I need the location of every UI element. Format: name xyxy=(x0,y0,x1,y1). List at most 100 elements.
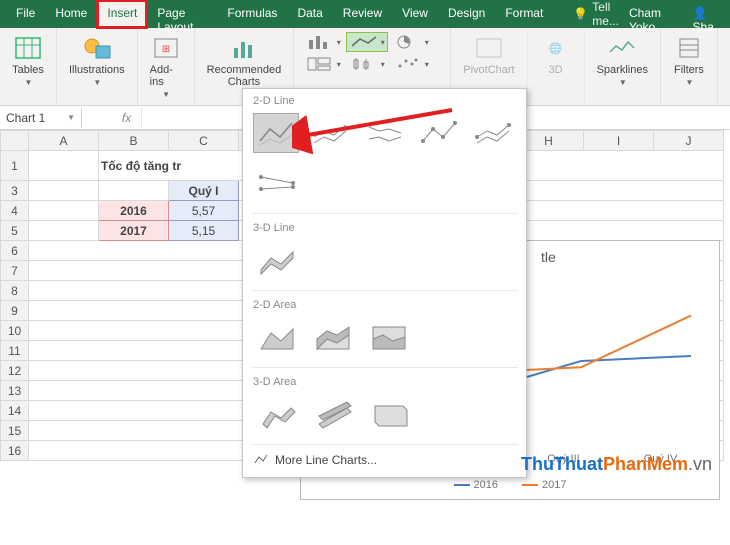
user-account[interactable]: Cham Yoko xyxy=(619,0,685,28)
tables-button[interactable]: Tables ▼ xyxy=(8,32,48,89)
filters-label: Filters xyxy=(674,64,704,76)
more-line-charts[interactable]: More Line Charts... xyxy=(243,447,526,473)
chevron-down-icon: ▾ xyxy=(337,38,341,47)
hyperlink-button[interactable]: Hyperlink xyxy=(726,32,730,78)
legend-label: 2016 xyxy=(474,479,498,491)
row-header[interactable]: 4 xyxy=(1,201,29,221)
chart-statistic-button[interactable]: ▾ xyxy=(346,54,388,74)
fx-icon[interactable]: fx xyxy=(112,108,142,128)
cell-B4[interactable]: 2016 xyxy=(99,201,169,221)
row-header[interactable]: 3 xyxy=(1,181,29,201)
recommended-charts-button[interactable]: Recommended Charts xyxy=(203,32,286,90)
row-header[interactable]: 12 xyxy=(1,361,29,381)
tab-review[interactable]: Review xyxy=(333,0,392,28)
addins-button[interactable]: ⊞ Add-ins▼ xyxy=(146,32,186,101)
chart-type-stacked-area[interactable] xyxy=(309,317,357,357)
illustrations-button[interactable]: Illustrations ▼ xyxy=(65,32,129,89)
col-header[interactable]: I xyxy=(584,131,654,151)
chart-type-3d-100-stacked-area[interactable] xyxy=(365,394,413,434)
cell-B5[interactable]: 2017 xyxy=(99,221,169,241)
row-header[interactable]: 15 xyxy=(1,421,29,441)
chevron-down-icon: ▼ xyxy=(93,78,101,87)
globe-icon: 🌐 xyxy=(540,34,572,62)
pivotchart-button[interactable]: PivotChart xyxy=(459,32,518,78)
chevron-down-icon: ▾ xyxy=(381,38,385,47)
sheet-title-cell[interactable]: Tốc độ tăng tr xyxy=(99,151,259,181)
legend-swatch-2017 xyxy=(522,484,538,486)
chevron-down-icon: ▼ xyxy=(685,78,693,87)
line-chart-icon xyxy=(253,453,269,467)
sparklines-button[interactable]: Sparklines▼ xyxy=(593,32,652,89)
tab-view[interactable]: View xyxy=(392,0,438,28)
share-button[interactable]: 👤 Sha xyxy=(685,0,730,28)
row-header[interactable]: 10 xyxy=(1,321,29,341)
row-header[interactable]: 13 xyxy=(1,381,29,401)
pivotchart-icon xyxy=(473,34,505,62)
legend-label: 2017 xyxy=(542,479,566,491)
tab-home[interactable]: Home xyxy=(45,0,97,28)
share-icon: 👤 xyxy=(693,6,708,20)
chart-hierarchy-button[interactable]: ▾ xyxy=(302,54,344,74)
chart-legend[interactable]: 2016 2017 xyxy=(301,479,719,491)
pivotchart-label: PivotChart xyxy=(463,64,514,76)
gallery-section-2d-line: 2-D Line xyxy=(243,89,526,111)
tab-file[interactable]: File xyxy=(6,0,45,28)
chart-scatter-button[interactable]: ▾ xyxy=(390,54,432,74)
tab-data[interactable]: Data xyxy=(287,0,332,28)
filters-button[interactable]: Filters ▼ xyxy=(669,32,709,89)
3d-label: 3D xyxy=(549,64,563,76)
col-header[interactable]: C xyxy=(169,131,239,151)
svg-text:⊞: ⊞ xyxy=(161,44,169,55)
tab-format[interactable]: Format xyxy=(495,0,553,28)
chart-type-area[interactable] xyxy=(253,317,301,357)
row-header[interactable]: 8 xyxy=(1,281,29,301)
cell-C5[interactable]: 5,15 xyxy=(169,221,239,241)
chart-type-stacked-line-markers[interactable] xyxy=(470,113,516,153)
more-line-charts-label: More Line Charts... xyxy=(275,453,377,467)
row-header[interactable]: 6 xyxy=(1,241,29,261)
tell-me-search[interactable]: 💡 Tell me... xyxy=(553,0,619,28)
cell-C4[interactable]: 5,57 xyxy=(169,201,239,221)
chart-type-100-stacked-area[interactable] xyxy=(365,317,413,357)
chevron-down-icon: ▼ xyxy=(25,78,33,87)
chart-type-3d-area[interactable] xyxy=(253,394,301,434)
chart-line-button[interactable]: ▾ xyxy=(346,32,388,52)
row-header[interactable]: 1 xyxy=(1,151,29,181)
name-box[interactable]: Chart 1 ▼ xyxy=(0,108,82,128)
row-header[interactable]: 9 xyxy=(1,301,29,321)
chart-column-button[interactable]: ▾ xyxy=(302,32,344,52)
recommended-charts-label: Recommended Charts xyxy=(207,64,282,88)
select-all-corner[interactable] xyxy=(1,131,29,151)
chart-type-line[interactable] xyxy=(253,113,299,153)
chart-title[interactable]: tle xyxy=(541,249,556,265)
illustrations-label: Illustrations xyxy=(69,64,125,76)
chart-type-stacked-line[interactable] xyxy=(307,113,353,153)
chevron-down-icon: ▾ xyxy=(337,60,341,69)
recommended-charts-icon xyxy=(228,34,260,62)
3d-map-button[interactable]: 🌐 3D xyxy=(536,32,576,78)
tab-formulas[interactable]: Formulas xyxy=(217,0,287,28)
row-header[interactable]: 5 xyxy=(1,221,29,241)
addins-label: Add-ins xyxy=(150,64,182,88)
tab-page-layout[interactable]: Page Layout xyxy=(147,0,217,28)
chart-type-line-markers[interactable] xyxy=(416,113,462,153)
tables-label: Tables xyxy=(12,64,44,76)
chart-type-3d-line[interactable] xyxy=(253,240,301,280)
chart-type-100-stacked-line[interactable] xyxy=(361,113,407,153)
col-header[interactable]: B xyxy=(99,131,169,151)
tab-design[interactable]: Design xyxy=(438,0,495,28)
tab-insert[interactable]: Insert xyxy=(97,0,147,28)
line-chart-gallery: 2-D Line 3-D Line 2-D Area 3-D Area More… xyxy=(242,88,527,478)
col-header[interactable]: J xyxy=(654,131,724,151)
chevron-down-icon: ▼ xyxy=(67,113,75,122)
row-header[interactable]: 7 xyxy=(1,261,29,281)
col-header[interactable]: A xyxy=(29,131,99,151)
row-header[interactable]: 14 xyxy=(1,401,29,421)
row-header[interactable]: 16 xyxy=(1,441,29,461)
row-header[interactable]: 11 xyxy=(1,341,29,361)
chart-type-3d-stacked-area[interactable] xyxy=(309,394,357,434)
lightbulb-icon: 💡 xyxy=(573,7,588,21)
cell-C3[interactable]: Quý I xyxy=(169,181,239,201)
chart-pie-button[interactable]: ▾ xyxy=(390,32,432,52)
chart-type-100-stacked-line-markers[interactable] xyxy=(253,163,301,203)
